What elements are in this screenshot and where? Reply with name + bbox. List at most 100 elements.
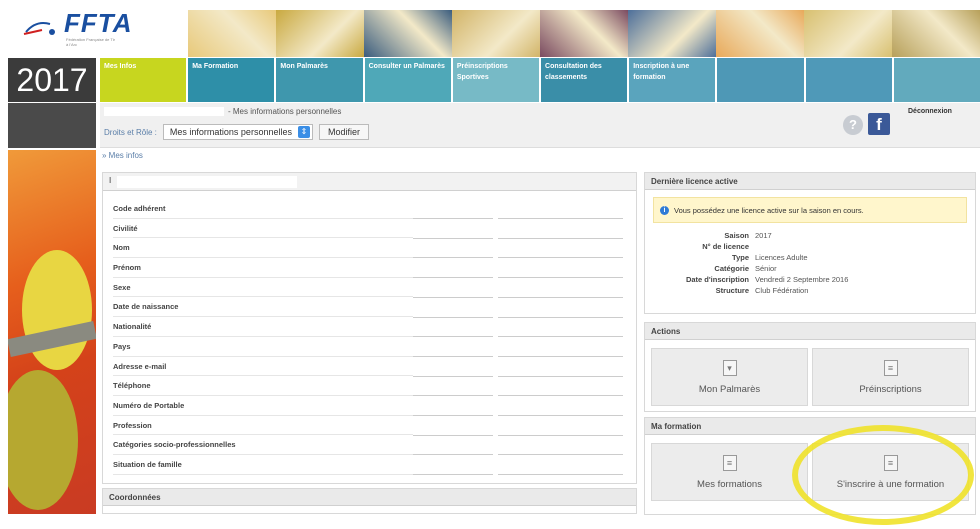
info-value-line [413,296,493,298]
header-photo-strip [188,10,980,57]
info-value-line [413,454,493,456]
actions-panel: Actions ▾ Mon Palmarès ≡ Préinscriptions [644,322,976,412]
info-value-line [498,316,623,318]
role-select[interactable]: Mes informations personnelles ⇕ [162,124,313,140]
actions-title: Actions [645,323,975,340]
trophy-icon: ▾ [722,359,737,376]
info-value-line [498,257,623,259]
header-photo [452,10,540,57]
licence-alert-text: Vous possédez une licence active sur la … [674,205,864,215]
personal-info-panel: I Code adhérent Civilité Nom Prénom Sexe Date… [102,172,637,484]
nav-item[interactable]: Consultation des classements [541,58,628,102]
personal-info-rows: Code adhérent Civilité Nom Prénom Sexe Date d… [103,191,636,475]
header-photo [892,10,980,57]
info-value-line [413,415,493,416]
breadcrumb[interactable]: » Mes infos [102,151,143,160]
palmares-tile[interactable]: ▾ Mon Palmarès [651,348,808,406]
licence-row: N° de licence [645,241,975,252]
coordinates-panel: Coordonnées [102,488,637,514]
info-row-label: Adresse e-mail [113,357,413,377]
licence-value: Club Fédération [755,286,809,295]
list-icon: ≡ [722,454,737,471]
licence-key: Date d'inscription [685,275,749,284]
info-row-label: Civilité [113,219,413,239]
nav-item[interactable] [717,58,804,102]
info-row-label: Numéro de Portable [113,396,413,416]
info-value-line [498,434,623,436]
info-value-line [498,454,623,456]
formation-title: Ma formation [645,418,975,435]
info-value-line [498,415,623,416]
logout-link[interactable]: Déconnexion [908,108,952,115]
nav-item[interactable]: Mon Palmarès [276,58,363,102]
licence-key: N° de licence [702,242,749,251]
licence-row: Type Licences Adulte [645,252,975,263]
logo[interactable]: FFTA Fédération Française de Tir à l'Arc [0,0,188,57]
season-year: 2017 [8,58,96,102]
personal-info-header: I [103,173,636,191]
nav-item[interactable]: Consulter un Palmarès [364,58,451,102]
info-value-line [498,296,623,298]
modify-button[interactable]: Modifier [318,124,369,140]
header-photo [716,10,804,57]
archer-logo-icon [23,22,55,35]
info-value-line [413,375,493,377]
info-value-line [498,237,623,239]
header-photo [276,10,364,57]
document-icon: ≡ [883,454,898,471]
licence-row: Saison 2017 [645,230,975,241]
nav-item[interactable]: Ma Formation [188,58,275,102]
info-value-line [413,277,493,279]
info-row-label: Nom [113,238,413,259]
personal-info-header-text: I [109,176,112,185]
info-value-line [498,277,623,279]
info-value-line [413,395,493,397]
info-value-line [498,375,623,377]
role-label: Droits et Rôle : [104,127,157,137]
header-photo [540,10,628,57]
info-icon: i [660,205,669,215]
role-row: Droits et Rôle : Mes informations person… [104,124,369,140]
info-value-line [413,434,493,436]
coordinates-title[interactable]: Coordonnées [103,489,636,506]
preinscriptions-tile[interactable]: ≡ Préinscriptions [812,348,969,406]
info-value-line [498,336,623,338]
facebook-icon[interactable]: f [868,113,890,135]
palmares-label: Mon Palmarès [698,383,761,395]
licence-panel: Dernière licence active i Vous possédez … [644,172,976,314]
info-value-line [413,257,493,259]
document-icon: ≡ [883,359,898,376]
user-page-label: - Mes informations personnelles [228,107,342,116]
main-nav: Mes Infos Ma Formation Mon Palmarès Consult… [100,58,980,102]
info-value-line [413,355,493,357]
header-photo [628,10,716,57]
licence-row: Structure Club Fédération [645,285,975,296]
licence-details: Saison 2017 N° de licence Type Licences Adul… [645,230,975,296]
info-value-line [413,316,493,318]
licence-row: Catégorie Sénior [645,263,975,274]
header-photo [804,10,892,57]
info-row-label: Nationalité [113,317,413,337]
decorative-photo [8,150,96,514]
info-row-label: Téléphone [113,376,413,396]
nav-item[interactable] [893,58,980,102]
mes-formations-tile[interactable]: ≡ Mes formations [651,443,808,501]
info-value-line [413,237,493,239]
licence-key: Saison [724,231,749,240]
nav-item[interactable]: Mes Infos [100,58,187,102]
licence-key: Type [732,253,749,262]
info-row-label: Date de naissance [113,297,413,318]
mes-formations-label: Mes formations [697,478,762,490]
info-row-label: Catégories socio-professionnelles [113,435,413,455]
licence-value: 2017 [755,231,772,240]
inscrire-formation-tile[interactable]: ≡ S'inscrire à une formation [812,443,969,501]
info-row-label: Prénom [113,258,413,278]
nav-item[interactable] [805,58,892,102]
nav-item[interactable]: Préinscriptions Sportives [452,58,540,102]
info-value-line [413,474,493,476]
info-row-label: Situation de famille [113,455,413,475]
help-icon[interactable]: ? [843,115,863,135]
nav-item[interactable]: Inscription à une formation [629,58,716,102]
user-line: - Mes informations personnelles [104,107,342,117]
header-photo [364,10,452,57]
